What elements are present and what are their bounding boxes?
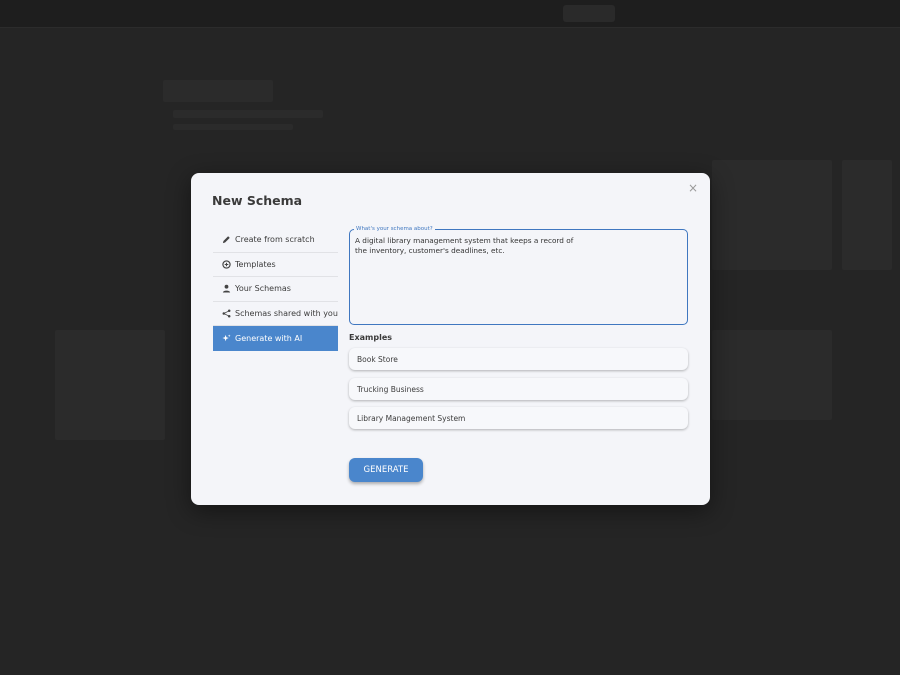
schema-description-field: A digital library management system that… bbox=[349, 225, 688, 325]
background-panel bbox=[173, 124, 293, 130]
dialog-title: New Schema bbox=[212, 193, 303, 208]
templates-icon bbox=[220, 258, 232, 270]
nav-item-shared-with-you[interactable]: Schemas shared with you bbox=[213, 302, 338, 326]
background-topbar bbox=[0, 0, 900, 28]
schema-source-nav: Create from scratch Templates Your Schem… bbox=[213, 228, 338, 351]
nav-item-generate-with-ai[interactable]: Generate with AI bbox=[213, 326, 338, 351]
example-book-store[interactable]: Book Store bbox=[349, 348, 688, 370]
person-icon bbox=[220, 283, 232, 295]
background-panel bbox=[173, 110, 323, 118]
nav-item-create-from-scratch[interactable]: Create from scratch bbox=[213, 228, 338, 253]
schema-description-label: What's your schema about? bbox=[354, 225, 435, 233]
example-library-management-system[interactable]: Library Management System bbox=[349, 407, 688, 429]
nav-item-label: Your Schemas bbox=[235, 284, 291, 294]
examples-heading: Examples bbox=[349, 333, 393, 342]
new-schema-dialog: × New Schema Create from scratch Templat… bbox=[191, 173, 710, 505]
nav-item-label: Generate with AI bbox=[235, 333, 303, 343]
share-icon bbox=[220, 307, 232, 319]
pencil-icon bbox=[220, 234, 232, 246]
nav-item-label: Templates bbox=[235, 259, 276, 269]
generate-button[interactable]: GENERATE bbox=[349, 458, 423, 482]
background-topbar-button bbox=[563, 5, 615, 22]
nav-item-label: Create from scratch bbox=[235, 235, 315, 245]
background-panel bbox=[842, 160, 892, 270]
nav-item-templates[interactable]: Templates bbox=[213, 253, 338, 277]
background-panel bbox=[163, 80, 273, 102]
background-panel bbox=[55, 330, 165, 440]
close-icon[interactable]: × bbox=[686, 181, 700, 195]
schema-description-input[interactable]: A digital library management system that… bbox=[349, 229, 688, 325]
background-panel bbox=[712, 330, 832, 420]
nav-item-your-schemas[interactable]: Your Schemas bbox=[213, 277, 338, 302]
example-trucking-business[interactable]: Trucking Business bbox=[349, 378, 688, 400]
nav-item-label: Schemas shared with you bbox=[235, 308, 338, 318]
background-panel bbox=[712, 160, 832, 270]
sparkle-icon bbox=[220, 332, 232, 344]
